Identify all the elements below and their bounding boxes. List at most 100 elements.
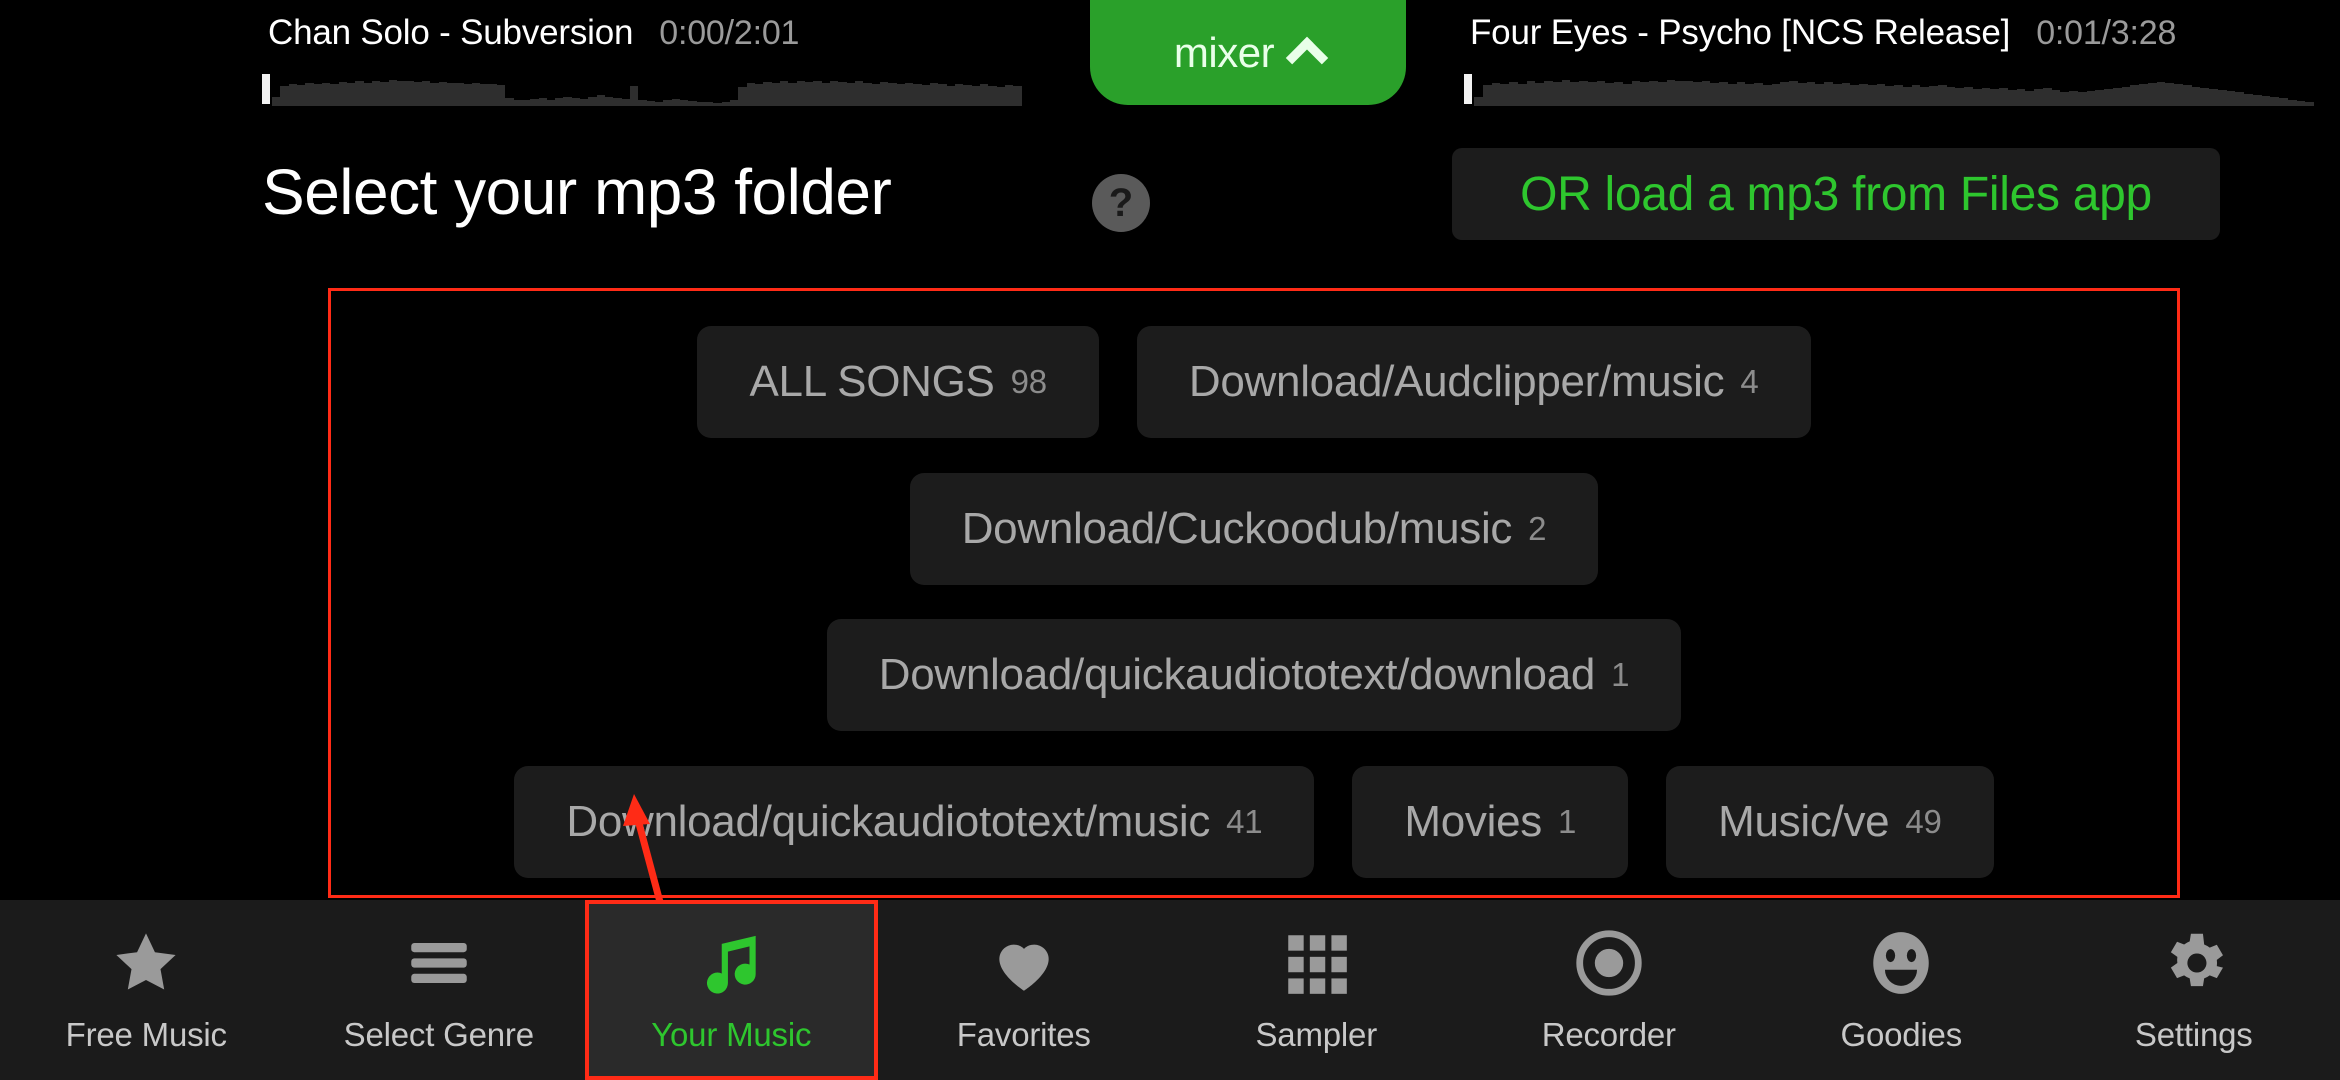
deck-left-wave-bars (272, 80, 1022, 106)
deck-left-waveform[interactable] (262, 72, 1022, 106)
waveform-bar (2287, 99, 2297, 106)
waveform-bar (1631, 81, 1641, 106)
waveform-bar (1762, 84, 1772, 106)
waveform-bar (2007, 90, 2017, 106)
nav-item-goodies[interactable]: Goodies (1755, 900, 2048, 1080)
waveform-bar (2121, 86, 2131, 106)
nav-item-recorder[interactable]: Recorder (1463, 900, 1756, 1080)
waveform-bar (630, 86, 639, 106)
waveform-bar (605, 96, 614, 106)
waveform-bar (971, 86, 980, 106)
waveform-bar (1911, 85, 1921, 106)
waveform-bar (638, 100, 647, 106)
waveform-bar (1579, 80, 1588, 106)
folder-row: ALL SONGS 98 Download/Audclipper/music 4 (331, 309, 2177, 456)
waveform-bar (488, 83, 497, 106)
nav-item-label: Favorites (956, 1016, 1091, 1053)
folder-chip[interactable]: Download/Audclipper/music 4 (1136, 326, 1811, 439)
load-mp3-button-label: OR load a mp3 from Files app (1520, 167, 2152, 221)
waveform-bar (280, 86, 289, 106)
waveform-bar (1500, 84, 1509, 106)
folder-chip[interactable]: Download/quickaudiototext/download 1 (826, 619, 1682, 732)
nav-item-favorites[interactable]: Favorites (878, 900, 1171, 1080)
waveform-bar (813, 81, 822, 106)
waveform-bar (2051, 90, 2061, 106)
deck-right-playhead[interactable] (1464, 74, 1472, 104)
folder-chip-name: Download/Audclipper/music (1188, 357, 1725, 407)
waveform-bar (2279, 98, 2288, 106)
waveform-bar (946, 85, 955, 106)
waveform-bar (580, 99, 589, 106)
waveform-bar (738, 86, 747, 106)
waveform-bar (563, 96, 572, 106)
waveform-bar (680, 99, 689, 106)
folder-chip-name: Download/quickaudiototext/music (566, 796, 1211, 846)
waveform-bar (1605, 82, 1614, 106)
waveform-bar (2252, 94, 2262, 106)
bottom-navigation-bar: Free Music Select Genre Your Music Favorite… (0, 900, 2340, 1080)
waveform-bar (272, 96, 281, 106)
folder-chip[interactable]: Music/ve 49 (1666, 765, 1994, 878)
deck-left-track-title: Chan Solo - Subversion (268, 13, 634, 52)
folder-chip-name: Movies (1404, 796, 1542, 846)
waveform-bar (2034, 89, 2043, 106)
waveform-bar (1902, 86, 1912, 106)
waveform-bar (1885, 85, 1894, 106)
deck-right-waveform[interactable] (1464, 72, 2314, 106)
nav-item-sampler[interactable]: Sampler (1170, 900, 1463, 1080)
load-mp3-from-files-button[interactable]: OR load a mp3 from Files app (1452, 148, 2220, 240)
waveform-bar (788, 82, 797, 106)
waveform-bar (363, 82, 372, 106)
waveform-bar (829, 80, 839, 106)
waveform-bar (1013, 86, 1022, 106)
nav-item-label: Free Music (65, 1016, 227, 1053)
waveform-bar (613, 97, 622, 106)
waveform-bar (655, 101, 664, 106)
waveform-bar (871, 83, 880, 106)
folder-chip[interactable]: Movies 1 (1352, 765, 1629, 878)
folder-chip[interactable]: Download/quickaudiototext/music 41 (514, 765, 1315, 878)
waveform-bar (996, 86, 1005, 106)
waveform-bar (2270, 97, 2279, 106)
folder-chip[interactable]: Download/Cuckoodub/music 2 (909, 472, 1599, 585)
waveform-bar (330, 83, 339, 106)
waveform-bar (2112, 87, 2122, 106)
waveform-bar (1745, 84, 1754, 106)
waveform-bar (2296, 100, 2306, 106)
waveform-bar (2244, 93, 2253, 106)
nav-item-label: Recorder (1541, 1016, 1676, 1053)
waveform-bar (1692, 82, 1702, 106)
waveform-bar (496, 85, 506, 106)
question-mark-icon[interactable]: ? (1092, 174, 1150, 232)
nav-item-free-music[interactable]: Free Music (0, 900, 293, 1080)
nav-item-select-genre[interactable]: Select Genre (293, 900, 586, 1080)
waveform-bar (2104, 88, 2113, 106)
hamburger-icon (402, 926, 476, 1000)
mixer-button[interactable]: mixer (1090, 0, 1406, 105)
waveform-bar (521, 100, 531, 106)
deck-left-playhead[interactable] (262, 74, 270, 104)
waveform-bar (471, 83, 481, 106)
deck-left-track-time: 0:00/2:01 (659, 14, 800, 52)
waveform-bar (1482, 85, 1492, 106)
waveform-bar (413, 81, 422, 106)
nav-item-your-music[interactable]: Your Music (585, 900, 878, 1080)
waveform-bar (446, 83, 456, 106)
waveform-bar (338, 81, 347, 106)
nav-item-label: Your Music (651, 1016, 812, 1053)
waveform-bar (1955, 88, 1964, 106)
folder-row: Download/quickaudiototext/download 1 (331, 602, 2177, 749)
folder-chip-name: Download/Cuckoodub/music (961, 503, 1513, 553)
waveform-bar (1867, 85, 1877, 106)
waveform-bar (296, 85, 306, 106)
deck-right-track-title: Four Eyes - Psycho [NCS Release] (1470, 13, 2011, 52)
folder-chip-count: 2 (1528, 509, 1547, 547)
waveform-bar (646, 100, 656, 106)
waveform-bar (1964, 87, 1973, 106)
nav-item-settings[interactable]: Settings (2048, 900, 2340, 1080)
folder-row: Download/Cuckoodub/music 2 (331, 456, 2177, 603)
waveform-bar (1832, 84, 1842, 106)
folder-chip[interactable]: ALL SONGS 98 (697, 326, 1099, 439)
folder-list-scrollbar-track[interactable] (2227, 268, 2249, 898)
waveform-bar (2086, 91, 2096, 106)
